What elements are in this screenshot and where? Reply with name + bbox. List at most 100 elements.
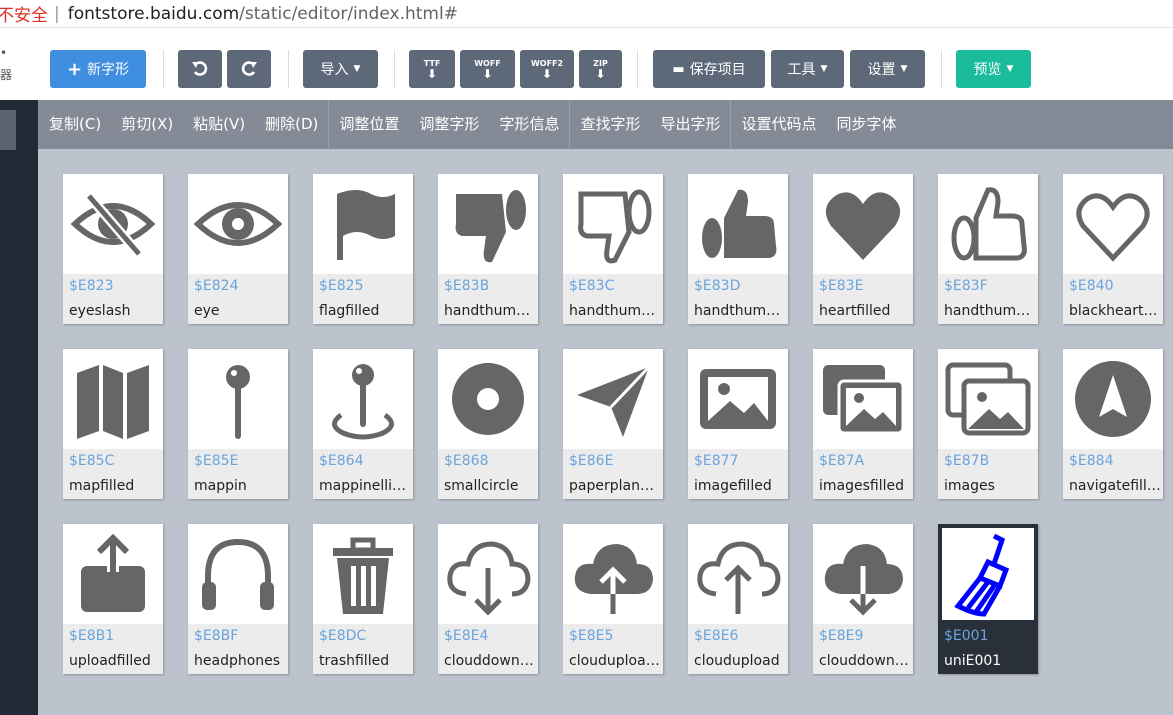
adjust-position-action[interactable]: 调整位置 [329,100,409,149]
glyph-preview [938,349,1038,449]
glyph-preview [938,174,1038,274]
glyph-code: $E8B1 [69,628,115,644]
new-glyph-button[interactable]: + 新字形 [50,50,146,88]
toolbar-divider [288,50,289,88]
glyph-cell[interactable]: $E83F handthumbsup [938,174,1038,324]
glyph-cell[interactable]: $E824 eye [188,174,288,324]
glyph-info-action[interactable]: 字形信息 [489,100,569,149]
toolbar: + 新字形 导入 ▼ TTF ⬇ WOFF ⬇ WOFF2 ⬇ ZIP ⬇ ▬ … [38,28,1173,100]
glyph-cell[interactable]: $E8E4 clouddownload [438,524,538,674]
toolbar-divider [394,50,395,88]
glyph-name: uploadfilled [69,653,151,669]
glyph-preview [438,349,538,449]
settings-label: 设置 [867,62,896,78]
delete-action[interactable]: 删除(D) [255,100,328,149]
glyph-cell[interactable]: $E8E9 clouddownloadfilled [813,524,913,674]
glyph-code: $E85E [194,453,239,469]
address-bar[interactable]: 不安全 | fontstore.baidu.com /static/editor… [0,0,1173,28]
cloud-download-icon [447,541,531,616]
glyph-cell[interactable]: $E8BF headphones [188,524,288,674]
glyph-code: $E823 [69,278,114,294]
undo-button[interactable] [178,50,222,88]
glyph-code: $E001 [944,628,989,644]
glyph-preview [188,524,288,624]
glyph-cell[interactable]: $E8DC trashfilled [313,524,413,674]
glyph-cell[interactable]: $E8E5 clouduploadfilled [563,524,663,674]
glyph-cell[interactable]: $E83C handthumbsdown [563,174,663,324]
glyph-code: $E86E [569,453,614,469]
glyph-name: paperplanefilled [569,478,661,494]
heart-filled-icon [825,192,901,260]
save-project-button[interactable]: ▬ 保存项目 [653,50,765,88]
url-path[interactable]: /static/editor/index.html# [239,4,458,24]
export-woff2-button[interactable]: WOFF2 ⬇ [520,50,574,88]
glyph-cell[interactable]: $E83B handthumbsdownfilled [438,174,538,324]
export-glyph-action[interactable]: 导出字形 [650,100,730,149]
glyph-code: $E8E6 [694,628,739,644]
export-ttf-button[interactable]: TTF ⬇ [409,50,455,88]
glyph-name: smallcircle [444,478,519,494]
glyph-preview [813,349,913,449]
glyph-cell[interactable]: $E8B1 uploadfilled [63,524,163,674]
find-glyph-action[interactable]: 查找字形 [570,100,650,149]
adjust-glyph-action[interactable]: 调整字形 [409,100,489,149]
glyph-code: $E83D [694,278,741,294]
glyph-code: $E824 [194,278,239,294]
cloud-upload-icon [697,541,781,614]
glyph-name: handthumbsdownfilled [444,303,536,319]
glyph-preview [563,524,663,624]
glyph-cell[interactable]: $E85C mapfilled [63,349,163,499]
import-dropdown[interactable]: 导入 ▼ [303,50,378,88]
glyph-code: $E83E [819,278,864,294]
glyph-cell[interactable]: $E85E mappin [188,349,288,499]
glyph-preview [942,528,1034,620]
download-arrow-icon: ⬇ [595,66,606,81]
cloud-upload-filled-icon [574,544,653,614]
settings-dropdown[interactable]: 设置 ▼ [850,50,925,88]
sidebar-header: • 器 [0,28,38,100]
glyph-preview [1063,174,1163,274]
glyph-cell[interactable]: $E840 blackheartsuit [1063,174,1163,324]
glyph-cell[interactable]: $E868 smallcircle [438,349,538,499]
cut-action[interactable]: 剪切(X) [111,100,183,149]
glyph-preview [63,174,163,274]
download-arrow-icon: ⬇ [541,66,553,81]
glyph-cell[interactable]: $E86E paperplanefilled [563,349,663,499]
export-woff-button[interactable]: WOFF ⬇ [460,50,515,88]
glyph-cell[interactable]: $E823 eyeslash [63,174,163,324]
glyph-name: clouddownloadfilled [819,653,911,669]
navigate-icon [1075,361,1151,437]
glyph-cell[interactable]: $E8E6 cloudupload [688,524,788,674]
glyph-cell[interactable]: $E884 navigatefilled [1063,349,1163,499]
glyph-preview [1063,349,1163,449]
glyph-name: cloudupload [694,653,780,669]
glyph-cell[interactable]: $E83D handthumbsupfilled [688,174,788,324]
sync-font-action[interactable]: 同步字体 [827,100,907,149]
toolbar-divider [163,50,164,88]
redo-button[interactable] [227,50,271,88]
upload-icon [81,533,145,612]
glyph-cell[interactable]: $E83E heartfilled [813,174,913,324]
glyph-code: $E83C [569,278,615,294]
sidebar-clip-text-2: 器 [0,68,13,82]
glyph-cell[interactable]: $E825 flagfilled [313,174,413,324]
glyph-cell[interactable]: $E001 uniE001 [938,524,1038,674]
glyph-cell[interactable]: $E877 imagefilled [688,349,788,499]
preview-dropdown[interactable]: 预览 ▼ [956,50,1031,88]
set-codepoint-action[interactable]: 设置代码点 [731,100,826,149]
tools-dropdown[interactable]: 工具 ▼ [771,50,844,88]
export-zip-button[interactable]: ZIP ⬇ [579,50,622,88]
glyph-name: eyeslash [69,303,131,319]
glyph-cell[interactable]: $E87B images [938,349,1038,499]
sidebar-selected-item[interactable] [0,110,16,150]
glyph-cell[interactable]: $E87A imagesfilled [813,349,913,499]
new-glyph-label: 新字形 [87,62,130,78]
url-host[interactable]: fontstore.baidu.com [68,4,239,24]
copy-action[interactable]: 复制(C) [38,100,111,149]
paste-action[interactable]: 粘贴(V) [183,100,255,149]
security-indicator[interactable]: 不安全 [0,1,48,26]
paper-plane-icon [577,365,651,437]
glyph-action-bar: 复制(C) 剪切(X) 粘贴(V) 删除(D) 调整位置 调整字形 字形信息 查… [38,100,1173,149]
glyph-code: $E83B [444,278,490,294]
glyph-cell[interactable]: $E864 mappinellipse [313,349,413,499]
